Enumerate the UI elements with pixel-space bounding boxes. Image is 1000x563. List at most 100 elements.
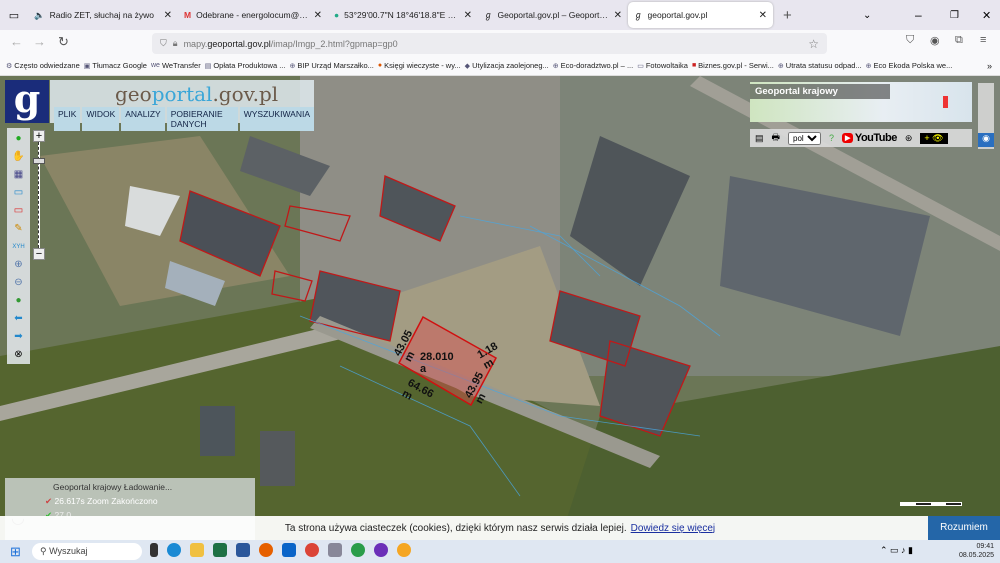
bookmark-item[interactable]: ⊕ Eco Ekoda Polska we... xyxy=(866,61,953,70)
bookmark-item[interactable]: we WeTransfer xyxy=(151,61,201,70)
help-icon[interactable]: ? xyxy=(829,133,834,143)
print-icon[interactable]: 🖶︎ xyxy=(772,130,781,146)
maps-pin-icon: ● xyxy=(334,10,340,20)
close-window-button[interactable]: ✕ xyxy=(982,9,991,22)
bookmarks-overflow-icon[interactable]: » xyxy=(987,61,992,71)
firefox-icon[interactable] xyxy=(259,543,273,557)
book-icon: ● xyxy=(377,62,383,69)
scale-bar xyxy=(900,502,962,506)
bookmark-item[interactable]: ■ Biznes.gov.pl - Serwi... xyxy=(692,61,774,70)
pencil-icon[interactable]: ✎ xyxy=(12,222,25,236)
close-tab-icon[interactable]: ✕ xyxy=(464,10,472,21)
select-blue-icon[interactable]: ▭ xyxy=(12,186,25,200)
account-icon[interactable]: ◉ xyxy=(930,34,940,47)
tab-geoportal[interactable]: ℊ geoportal.gov.pl ✕ xyxy=(628,2,773,28)
accept-cookies-button[interactable]: Rozumiem xyxy=(928,516,1000,540)
back-icon[interactable]: ← xyxy=(10,34,23,49)
eye-icon[interactable]: ◉ xyxy=(978,133,994,147)
xyh-coordinates-icon[interactable]: XYH xyxy=(12,240,25,254)
taskbar-search[interactable]: ⚲ Wyszukaj xyxy=(32,543,142,560)
menu-widok[interactable]: WIDOK xyxy=(82,107,120,131)
close-tab-icon[interactable]: ✕ xyxy=(164,10,172,21)
zoom-minus-button[interactable]: − xyxy=(33,248,45,260)
accessibility-icon[interactable]: ⊛ xyxy=(905,133,913,144)
youtube-link[interactable]: ▶ YouTube xyxy=(842,132,897,144)
pan-hand-icon[interactable]: ✋ xyxy=(12,150,25,164)
orange-app-icon[interactable] xyxy=(397,543,411,557)
zoom-slider-thumb[interactable] xyxy=(33,158,45,164)
arrow-forward-icon[interactable]: ➡ xyxy=(12,330,25,344)
minimize-button[interactable]: – xyxy=(915,8,922,22)
chrome-icon[interactable] xyxy=(305,543,319,557)
tab-maps[interactable]: ●53°29'00.7"N 18°46'18.8"E – Mapy Goog✕ xyxy=(328,2,478,28)
map-canvas[interactable]: 28.010 a 43.05 m 1.18 m 43.95 m 64.66 m … xyxy=(0,76,1000,540)
menu-pobieranie-danych[interactable]: POBIERANIE DANYCH xyxy=(166,107,238,131)
tab-overflow-chevron-icon[interactable]: ⌄ xyxy=(863,10,871,21)
url-bar[interactable]: ⛉ 🔒︎ mapy.geoportal.gov.pl/imap/Imgp_2.ht… xyxy=(152,33,827,54)
document-icon: ▤ xyxy=(204,62,212,70)
shield-app-icon[interactable] xyxy=(351,543,365,557)
language-select[interactable]: pol xyxy=(788,131,822,145)
file-explorer-icon[interactable] xyxy=(190,543,204,557)
purple-app-icon[interactable] xyxy=(374,543,388,557)
globe-icon: ⊕ xyxy=(865,62,872,70)
arrow-back-icon[interactable]: ⬅ xyxy=(12,312,25,326)
contrast-toggle[interactable]: + 👁︎ xyxy=(920,132,948,144)
task-view-icon[interactable] xyxy=(150,543,158,557)
bookmark-item[interactable]: ⊕ BIP Urząd Marszałko... xyxy=(289,61,373,70)
forward-icon[interactable]: → xyxy=(33,34,46,49)
learn-more-link[interactable]: Dowiedz się więcej xyxy=(631,523,715,534)
bookmark-item[interactable]: ▭ Fotowoltaika xyxy=(637,61,688,70)
geoportal-icon: ℊ xyxy=(634,10,643,20)
menu-icon[interactable]: ≡ xyxy=(980,34,986,46)
new-tab-button[interactable]: + xyxy=(783,7,792,24)
compass-icon[interactable]: ⊗ xyxy=(12,348,25,362)
bookmark-star-icon[interactable]: ☆ xyxy=(808,37,819,51)
close-tab-icon[interactable]: ✕ xyxy=(614,10,622,21)
zoom-plus-button[interactable]: + xyxy=(33,130,45,142)
globe-icon[interactable]: ● xyxy=(12,294,25,308)
main-menu: PLIK WIDOK ANALIZY POBIERANIE DANYCH WYS… xyxy=(54,107,314,131)
select-red-icon[interactable]: ▭ xyxy=(12,204,25,218)
restore-button[interactable]: ❐ xyxy=(950,10,959,21)
bookmark-item[interactable]: ▣ Tłumacz Google xyxy=(84,61,147,70)
bookmark-item[interactable]: ◆ Utylizacja zaolejoneg... xyxy=(465,61,549,70)
reload-icon[interactable]: ↻ xyxy=(58,34,69,50)
close-tab-icon[interactable]: ✕ xyxy=(314,10,322,21)
legend-icon[interactable]: ▤ xyxy=(755,133,764,144)
menu-wyszukiwania[interactable]: WYSZUKIWANIA xyxy=(239,107,314,131)
bookmark-item[interactable]: ● Księgi wieczyste - wy... xyxy=(378,61,461,70)
geoportal-wordmark: geoportal.gov.pl xyxy=(115,82,279,106)
bookmark-item[interactable]: ⊕ Eco-doradztwo.pl – ... xyxy=(553,61,633,70)
zoom-out-icon[interactable]: ⊖ xyxy=(12,276,25,290)
app-icon[interactable] xyxy=(328,543,342,557)
map-toolbar: ● ✋ ▦ ▭ ▭ ✎ XYH ⊕ ⊖ ● ⬅ ➡ ⊗ xyxy=(7,128,30,364)
edge-icon[interactable] xyxy=(167,543,181,557)
word-icon[interactable] xyxy=(236,543,250,557)
bookmark-item[interactable]: ▤ Opłata Produktowa ... xyxy=(205,61,286,70)
wetransfer-icon: we xyxy=(150,62,160,69)
info-icon[interactable]: ● xyxy=(12,132,25,146)
bookmarks-bar: ⚙ Często odwiedzane ▣ Tłumacz Google we WeT… xyxy=(0,56,1000,76)
bookmark-item[interactable]: ⚙ Często odwiedzane xyxy=(6,61,80,70)
bookmark-item[interactable]: ⊕ Utrata statusu odpad... xyxy=(778,61,862,70)
extensions-icon[interactable]: ⧉ xyxy=(955,34,963,47)
excel-icon[interactable] xyxy=(213,543,227,557)
tab-list-icon[interactable]: ▭ xyxy=(0,9,28,22)
clock[interactable]: 09:41 08.05.2025 xyxy=(959,542,994,560)
tab-gmail[interactable]: MOdebrane - energolocum@gmail.com -✕ xyxy=(178,2,328,28)
parcel-area-label: 28.010 a xyxy=(420,351,454,375)
windows-start-icon[interactable]: ⊞ xyxy=(10,544,21,560)
zoom-slider[interactable]: + − xyxy=(33,130,45,260)
tray-icons[interactable]: ⌃ ▭ ♪ ▮ xyxy=(880,545,913,556)
overview-map[interactable]: Geoportal krajowy xyxy=(750,82,972,122)
outlook-icon[interactable] xyxy=(282,543,296,557)
calculator-icon[interactable]: ▦ xyxy=(12,168,25,182)
pocket-icon[interactable]: ⛉ xyxy=(906,34,914,47)
menu-plik[interactable]: PLIK xyxy=(54,107,81,131)
tab-radio[interactable]: 🔈 Radio ZET, słuchaj na żywo ✕ xyxy=(28,2,178,28)
tab-geoportal-infra[interactable]: ℊGeoportal.gov.pl – Geoportal Infrastruk… xyxy=(478,2,628,28)
menu-analizy[interactable]: ANALIZY xyxy=(121,107,165,131)
close-tab-icon[interactable]: ✕ xyxy=(759,10,767,21)
zoom-in-icon[interactable]: ⊕ xyxy=(12,258,25,272)
